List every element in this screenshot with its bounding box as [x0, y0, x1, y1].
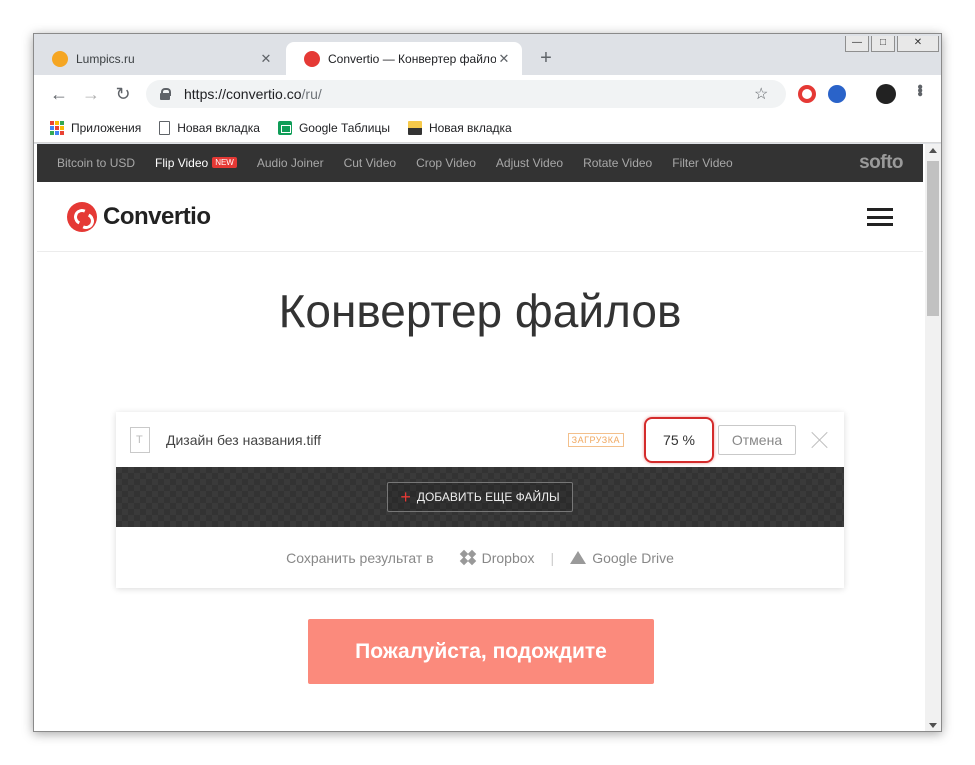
bookmark-apps[interactable]: Приложения	[50, 120, 142, 135]
tab-lumpics[interactable]: Lumpics.ru ✕	[34, 42, 284, 75]
nav-link-cut-video[interactable]: Cut Video	[344, 156, 396, 170]
nav-link-filter-video[interactable]: Filter Video	[672, 156, 732, 170]
url-host: https://convertio.co	[184, 86, 302, 102]
file-name: Дизайн без названия.tiff	[166, 431, 321, 448]
nav-link-audio-joiner[interactable]: Audio Joiner	[257, 156, 324, 170]
convertio-logo[interactable]: Convertio	[67, 202, 211, 232]
lock-icon	[160, 88, 171, 100]
bookmarks-bar: Приложения Новая вкладка Google Таблицы …	[34, 113, 941, 143]
url-path: /ru/	[301, 86, 322, 102]
bookmark-new-tab-2[interactable]: Новая вкладка	[407, 120, 512, 135]
softo-nav-bar: Bitcoin to USD Flip Video NEW Audio Joine…	[37, 144, 923, 182]
save-destination-row: Сохранить результат в Dropbox | Google D…	[116, 527, 844, 588]
cancel-button[interactable]: Отмена	[718, 424, 796, 455]
scrollbar-thumb[interactable]	[927, 161, 939, 316]
plus-icon: +	[400, 487, 411, 507]
please-wait-button[interactable]: Пожалуйста, подождите	[308, 619, 654, 684]
browser-menu-icon[interactable]: •••	[910, 84, 928, 95]
dropbox-label: Dropbox	[481, 549, 535, 566]
bookmark-google-sheets[interactable]: Google Таблицы	[277, 120, 390, 135]
page-viewport: Bitcoin to USD Flip Video NEW Audio Joine…	[34, 144, 941, 731]
browser-window: Lumpics.ru ✕ Convertio — Конвертер файло…	[33, 33, 942, 732]
scroll-up-arrow-icon[interactable]	[929, 148, 937, 153]
bookmark-label: Новая вкладка	[177, 120, 260, 135]
nav-link-flip-video[interactable]: Flip Video NEW	[155, 156, 237, 170]
image-icon	[407, 120, 422, 135]
back-arrow-icon[interactable]: ←	[48, 83, 70, 105]
page-title: Конвертер файлов	[278, 285, 682, 337]
google-drive-icon	[570, 551, 587, 564]
upload-card: Дизайн без названия.tiff ЗАГРУЗКА 75 % О…	[116, 412, 844, 588]
bookmark-label: Приложения	[71, 120, 142, 135]
close-window-button[interactable]: ✕	[897, 36, 939, 52]
add-files-label: ДОБАВИТЬ ЕЩЕ ФАЙЛЫ	[416, 490, 560, 504]
nav-link-crop-video[interactable]: Crop Video	[416, 156, 476, 170]
tab-close-icon[interactable]: ✕	[496, 51, 512, 67]
upload-progress: 75 %	[644, 416, 714, 463]
minimize-button[interactable]: —	[845, 36, 869, 52]
divider: |	[550, 549, 555, 566]
status-badge: ЗАГРУЗКА	[567, 432, 624, 447]
bookmark-label: Google Таблицы	[298, 120, 390, 135]
page-scrollbar[interactable]	[925, 144, 941, 731]
bookmark-new-tab[interactable]: Новая вкладка	[159, 120, 260, 135]
scroll-down-arrow-icon[interactable]	[929, 723, 937, 728]
browser-toolbar: ← → ↻ https://convertio.co/ru/ ☆ •••	[34, 75, 941, 113]
file-icon	[130, 426, 150, 453]
tab-strip: Lumpics.ru ✕ Convertio — Конвертер файло…	[34, 34, 941, 75]
save-label: Сохранить результат в	[286, 549, 434, 566]
softo-logo[interactable]: softo	[859, 152, 903, 174]
forward-arrow-icon[interactable]: →	[80, 83, 102, 105]
globe-extension-icon[interactable]	[828, 85, 846, 103]
bookmark-label: Новая вкладка	[428, 120, 512, 135]
site-header: Convertio	[37, 182, 923, 252]
add-more-files-button[interactable]: + ДОБАВИТЬ ЕЩЕ ФАЙЛЫ	[387, 482, 573, 512]
dropbox-link[interactable]: Dropbox	[459, 549, 535, 566]
window-controls: — □ ✕	[845, 34, 941, 52]
nav-link-rotate-video[interactable]: Rotate Video	[583, 156, 652, 170]
tab-convertio[interactable]: Convertio — Конвертер файлов ✕	[286, 42, 522, 75]
bookmark-star-icon[interactable]: ☆	[754, 84, 768, 104]
address-bar[interactable]: https://convertio.co/ru/	[146, 80, 786, 108]
remove-file-close-icon[interactable]	[810, 430, 830, 450]
nav-link-label: Flip Video	[155, 156, 209, 170]
apps-grid-icon	[50, 120, 64, 135]
gdrive-label: Google Drive	[592, 549, 674, 566]
hamburger-menu-icon[interactable]	[867, 208, 893, 226]
convertio-favicon-icon	[304, 50, 320, 67]
add-files-bar: + ДОБАВИТЬ ЕЩЕ ФАЙЛЫ	[116, 467, 844, 527]
nav-link-bitcoin[interactable]: Bitcoin to USD	[57, 156, 135, 170]
page-icon	[159, 120, 171, 135]
file-row: Дизайн без названия.tiff ЗАГРУЗКА 75 % О…	[116, 412, 844, 467]
dropbox-icon	[459, 549, 476, 565]
convertio-logo-icon	[67, 202, 97, 232]
nav-link-adjust-video[interactable]: Adjust Video	[496, 156, 563, 170]
logo-text: Convertio	[103, 203, 211, 230]
sheets-icon	[277, 120, 292, 135]
maximize-button[interactable]: □	[871, 36, 895, 52]
reload-icon[interactable]: ↻	[112, 83, 134, 105]
new-tab-button[interactable]: +	[534, 47, 558, 71]
profile-avatar[interactable]	[876, 84, 896, 104]
tab-close-icon[interactable]: ✕	[258, 51, 274, 67]
lumpics-favicon-icon	[52, 50, 68, 67]
tab-title: Lumpics.ru	[76, 51, 135, 66]
opera-extension-icon[interactable]	[798, 85, 816, 103]
new-badge: NEW	[212, 157, 237, 168]
google-drive-link[interactable]: Google Drive	[570, 550, 674, 566]
tab-title: Convertio — Конвертер файлов	[328, 51, 496, 66]
